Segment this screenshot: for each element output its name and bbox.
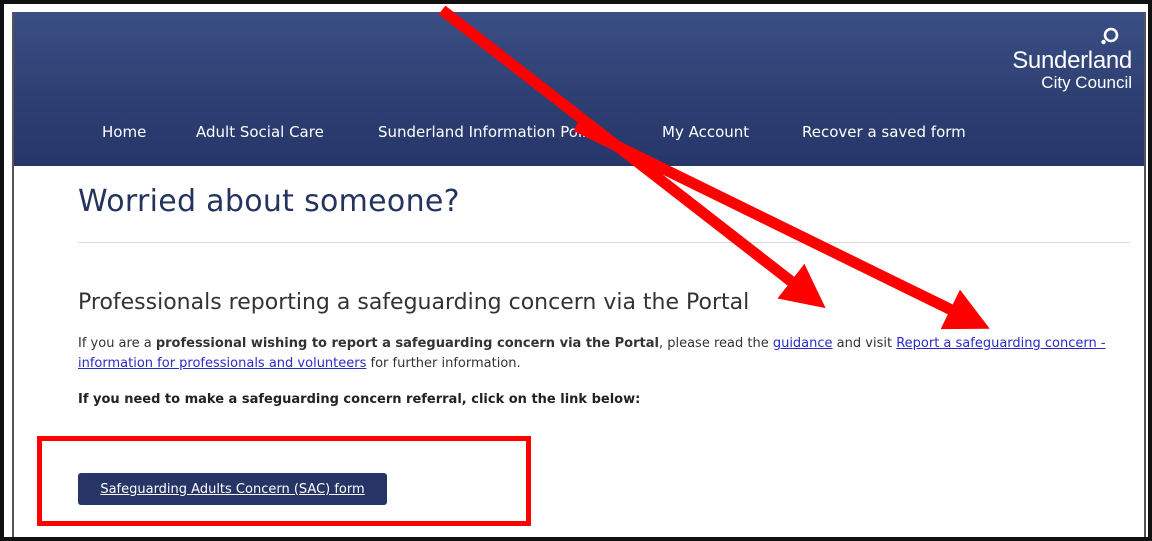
screenshot-frame: Sunderland City Council Home Adult Socia… bbox=[0, 0, 1152, 541]
page-title: Worried about someone? bbox=[78, 184, 460, 219]
main-content: Worried about someone? Professionals rep… bbox=[14, 166, 1144, 537]
nav-sunderland-information-point[interactable]: Sunderland Information Point bbox=[378, 114, 597, 150]
title-divider bbox=[78, 242, 1130, 243]
para-outro: for further information. bbox=[366, 356, 521, 371]
nav-adult-social-care[interactable]: Adult Social Care bbox=[196, 114, 324, 150]
nav-home[interactable]: Home bbox=[102, 114, 146, 150]
nav-my-account[interactable]: My Account bbox=[662, 114, 749, 150]
logo-mark-icon bbox=[1101, 27, 1119, 45]
para-intro: If you are a bbox=[78, 336, 156, 351]
referral-instruction: If you need to make a safeguarding conce… bbox=[78, 392, 641, 407]
guidance-link[interactable]: guidance bbox=[773, 336, 833, 351]
nav-recover-saved-form[interactable]: Recover a saved form bbox=[802, 114, 966, 150]
council-logo[interactable]: Sunderland City Council bbox=[992, 26, 1132, 106]
para-visit: and visit bbox=[832, 336, 897, 351]
sac-form-button[interactable]: Safeguarding Adults Concern (SAC) form bbox=[78, 473, 387, 505]
intro-paragraph: If you are a professional wishing to rep… bbox=[78, 334, 1108, 374]
logo-subtitle: City Council bbox=[1041, 73, 1132, 92]
logo-name: Sunderland bbox=[1012, 47, 1132, 74]
section-heading: Professionals reporting a safeguarding c… bbox=[78, 290, 750, 315]
site-header: Sunderland City Council Home Adult Socia… bbox=[14, 12, 1144, 166]
para-bold: professional wishing to report a safegua… bbox=[155, 336, 659, 351]
main-navigation: Home Adult Social Care Sunderland Inform… bbox=[14, 114, 1144, 150]
para-middle: , please read the bbox=[658, 336, 773, 351]
